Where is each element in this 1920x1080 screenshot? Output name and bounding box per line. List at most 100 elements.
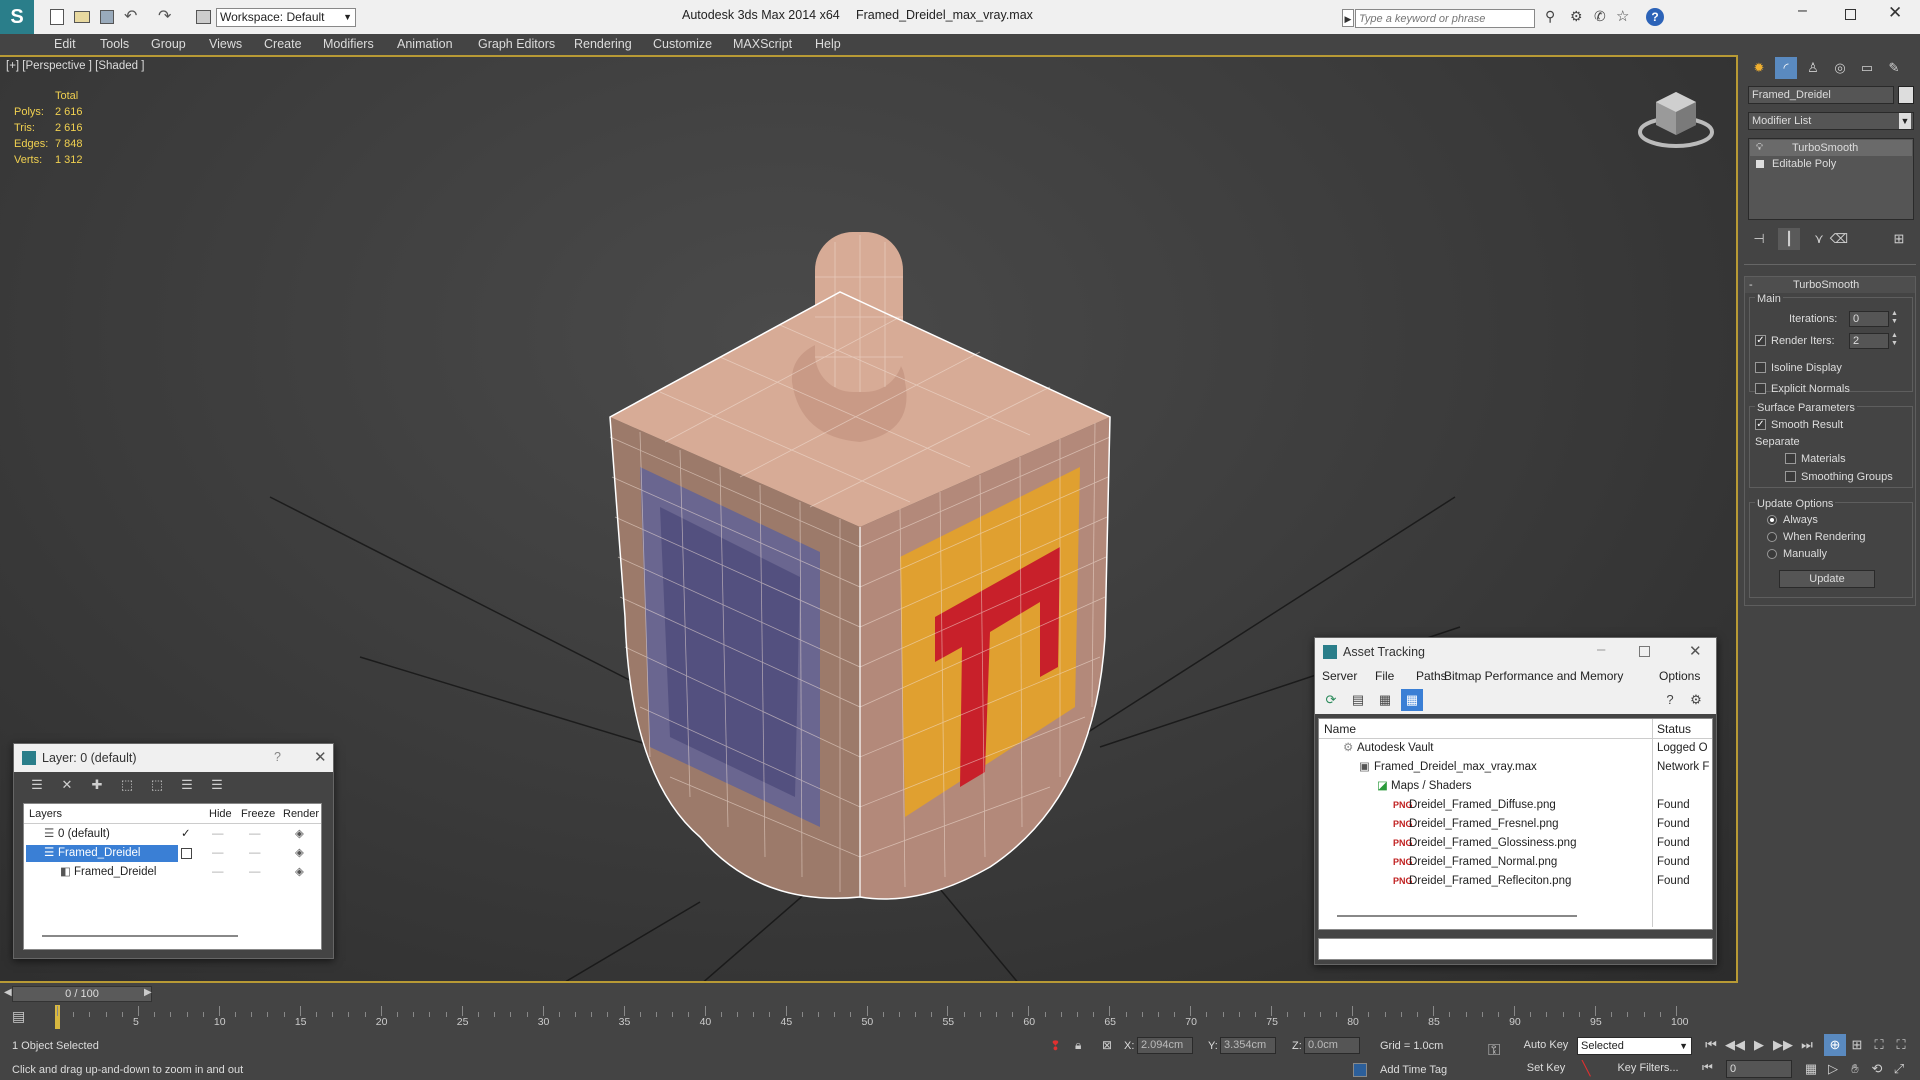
create-tab-icon[interactable]: ✹ <box>1748 57 1770 79</box>
play-icon[interactable]: ▶︎ <box>1748 1034 1770 1056</box>
asset-window-titlebar[interactable]: Asset Tracking – ✕ <box>1315 638 1716 666</box>
mini-curve-editor-icon[interactable]: ▤ <box>12 1008 25 1025</box>
menu-server[interactable]: Server <box>1322 669 1357 683</box>
asset-row[interactable]: PNG Dreidel_Framed_Normal.png Found <box>1319 853 1712 872</box>
modifier-list-dropdown[interactable]: Modifier List ▼ <box>1748 112 1914 130</box>
render-iters-checkbox[interactable]: ✓ <box>1755 335 1766 346</box>
pan-view-icon[interactable]: ✋︎ <box>1844 1058 1866 1080</box>
asset-row[interactable]: ◪ Maps / Shaders <box>1319 777 1712 796</box>
minimize-icon[interactable]: – <box>1597 641 1605 658</box>
render-toggle-icon[interactable]: ◈ <box>295 825 304 844</box>
menu-bitmap-performance[interactable]: Bitmap Performance and Memory <box>1444 669 1623 683</box>
menu-rendering[interactable]: Rendering <box>574 37 632 51</box>
column-render[interactable]: Render <box>283 808 319 820</box>
render-toggle-icon[interactable]: ◈ <box>295 844 304 863</box>
close-icon[interactable]: ✕ <box>314 748 327 766</box>
horizontal-scrollbar[interactable] <box>42 935 238 937</box>
freeze-toggle[interactable]: — <box>249 825 261 844</box>
column-layers[interactable]: Layers <box>29 808 62 820</box>
expand-box-icon[interactable] <box>1756 160 1764 168</box>
viewcube-icon[interactable] <box>1638 92 1714 148</box>
layer-row[interactable]: ☰ 0 (default) ✓ — — ◈ <box>24 825 321 844</box>
refresh-icon[interactable]: ⟳ <box>1320 689 1342 711</box>
set-key-icon[interactable]: ╲ <box>1582 1060 1590 1077</box>
layer-window-titlebar[interactable]: Layer: 0 (default) ? ✕ <box>14 744 333 772</box>
app-logo-icon[interactable]: S <box>0 0 34 34</box>
new-file-icon[interactable] <box>50 9 64 25</box>
communication-icon[interactable]: ✆ <box>1594 8 1606 25</box>
minimize-window-icon[interactable]: – <box>1798 2 1807 20</box>
zoom-extents-icon[interactable]: ⛶ <box>1868 1034 1890 1056</box>
menu-file[interactable]: File <box>1375 669 1394 683</box>
when-rendering-radio[interactable] <box>1767 532 1777 542</box>
spinner-arrows-icon[interactable]: ▲ ▼ <box>1891 310 1898 326</box>
smoothing-groups-checkbox[interactable] <box>1785 471 1796 482</box>
make-unique-icon[interactable]: ⋎ <box>1808 228 1830 250</box>
subscription-icon[interactable]: ⚙ <box>1570 8 1583 25</box>
utilities-tab-icon[interactable]: ✎ <box>1883 57 1905 79</box>
menu-graph-editors[interactable]: Graph Editors <box>478 37 555 51</box>
column-hide[interactable]: Hide <box>209 808 232 820</box>
freeze-toggle[interactable]: — <box>249 844 261 863</box>
column-status[interactable]: Status <box>1657 722 1691 736</box>
always-radio[interactable] <box>1767 515 1777 525</box>
menu-views[interactable]: Views <box>209 37 242 51</box>
pin-stack-icon[interactable]: ⊣ <box>1748 228 1770 250</box>
hide-all-layers-icon[interactable]: ☰ <box>176 774 198 796</box>
select-objects-icon[interactable]: ⬚ <box>116 774 138 796</box>
menu-edit[interactable]: Edit <box>54 37 76 51</box>
stack-item-editable-poly[interactable]: Editable Poly <box>1750 156 1912 172</box>
key-filters-button[interactable]: Key Filters... <box>1603 1060 1693 1078</box>
isolate-selection-icon[interactable]: ❢ <box>1050 1038 1061 1054</box>
project-folder-icon[interactable] <box>196 10 211 24</box>
zoom-extents-all-icon[interactable]: ⛶ <box>1890 1034 1912 1056</box>
time-tag-icon[interactable] <box>1353 1063 1367 1077</box>
workspace-dropdown[interactable]: Workspace: Default ▼ <box>216 8 356 27</box>
z-coordinate-field[interactable]: 0.0cm <box>1304 1037 1360 1054</box>
go-to-end-icon[interactable]: ⏭︎ <box>1796 1034 1818 1056</box>
asset-row[interactable]: PNG Dreidel_Framed_Refleciton.png Found <box>1319 872 1712 891</box>
asset-row[interactable]: ▣ Framed_Dreidel_max_vray.max Network F <box>1319 758 1712 777</box>
favorites-star-icon[interactable]: ☆ <box>1616 7 1629 25</box>
modify-tab-icon[interactable]: ◜ <box>1775 57 1797 79</box>
render-iters-spinner[interactable]: 2 <box>1849 333 1889 349</box>
layer-row-selected[interactable]: ☰ Framed_Dreidel — — ◈ <box>24 844 321 863</box>
freeze-toggle[interactable]: — <box>249 863 261 882</box>
hierarchy-tab-icon[interactable]: ♙ <box>1802 57 1824 79</box>
close-icon[interactable]: ✕ <box>1689 642 1702 660</box>
menu-tools[interactable]: Tools <box>100 37 129 51</box>
redo-icon[interactable]: ↷ <box>158 6 171 26</box>
stack-item-turbosmooth[interactable]: 💡︎ TurboSmooth <box>1750 140 1912 156</box>
x-coordinate-field[interactable]: 2.094cm <box>1137 1037 1193 1054</box>
absolute-mode-icon[interactable]: ⊠ <box>1102 1038 1112 1052</box>
key-mode-icon[interactable]: ⏮︎ <box>1702 1060 1713 1075</box>
rollout-header[interactable]: - TurboSmooth <box>1745 277 1915 293</box>
maximize-viewport-icon[interactable]: ⤢ <box>1888 1058 1910 1080</box>
search-expand-icon[interactable]: ▶ <box>1342 9 1354 27</box>
highlight-layer-icon[interactable]: ⬚ <box>146 774 168 796</box>
menu-group[interactable]: Group <box>151 37 186 51</box>
zoom-icon[interactable]: ⊕ <box>1824 1034 1846 1056</box>
key-icon[interactable]: ⚿ <box>1488 1042 1500 1060</box>
time-prev-icon[interactable]: ◀ <box>4 987 12 998</box>
selection-set-dropdown[interactable]: Selected ▼ <box>1577 1037 1692 1055</box>
hide-toggle[interactable]: — <box>212 863 224 882</box>
display-tab-icon[interactable]: ▭ <box>1856 57 1878 79</box>
render-toggle-icon[interactable]: ◈ <box>295 863 304 882</box>
asset-row[interactable]: ⚙ Autodesk Vault Logged O <box>1319 739 1712 758</box>
undo-icon[interactable]: ↶ <box>124 6 137 26</box>
menu-modifiers[interactable]: Modifiers <box>323 37 374 51</box>
freeze-all-layers-icon[interactable]: ☰ <box>206 774 228 796</box>
y-coordinate-field[interactable]: 3.354cm <box>1220 1037 1276 1054</box>
maximize-window-icon[interactable] <box>1845 9 1856 20</box>
set-key-button[interactable]: Set Key <box>1521 1060 1571 1078</box>
remove-modifier-icon[interactable]: ⌫ <box>1828 228 1850 250</box>
selection-lock-icon[interactable]: 🔒︎ <box>1075 1038 1081 1053</box>
spinner-arrows-icon[interactable]: ▲ ▼ <box>1891 332 1898 348</box>
maximize-icon[interactable] <box>1639 646 1650 657</box>
auto-key-button[interactable]: Auto Key <box>1521 1037 1571 1055</box>
save-file-icon[interactable] <box>100 10 114 24</box>
column-freeze[interactable]: Freeze <box>241 808 275 820</box>
help-icon[interactable]: ? <box>1646 8 1664 26</box>
horizontal-scrollbar[interactable] <box>1337 915 1577 917</box>
